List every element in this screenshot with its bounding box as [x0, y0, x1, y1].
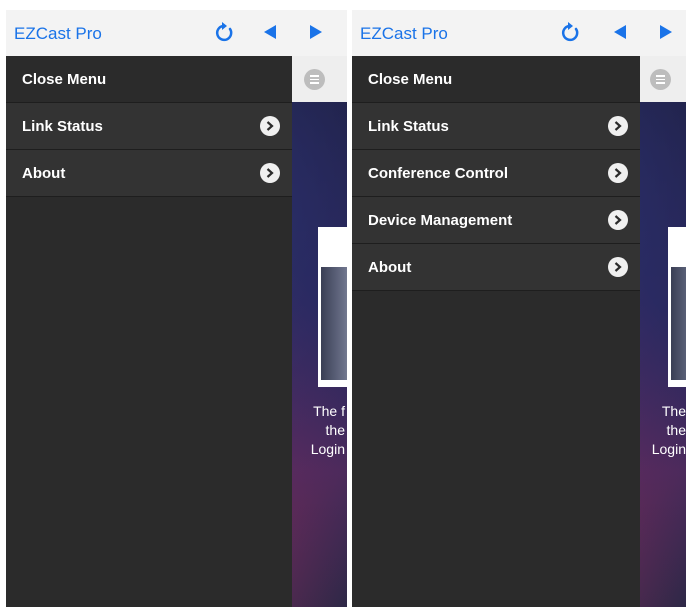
menu-item-about[interactable]: About: [352, 244, 640, 291]
forward-arrow-icon[interactable]: [304, 20, 328, 44]
back-arrow-icon[interactable]: [608, 20, 632, 44]
card-image: [671, 267, 686, 380]
side-menu: Close Menu Link Status Conference Contro…: [352, 56, 640, 607]
top-bar: EZCast Pro: [6, 10, 347, 57]
menu-item-label: Close Menu: [22, 70, 107, 88]
card-image: [321, 267, 347, 380]
content-text: The the Login: [652, 402, 686, 459]
menu-item-close[interactable]: Close Menu: [352, 56, 640, 103]
content-line: The: [661, 403, 686, 419]
top-bar: EZCast Pro: [352, 10, 686, 57]
content-line: Login: [651, 441, 686, 457]
menu-item-close[interactable]: Close Menu: [6, 56, 292, 103]
menu-item-label: About: [368, 258, 412, 276]
refresh-icon[interactable]: [213, 20, 237, 44]
phone-screen-left: EZCast Pro The f the Login Close Menu Li…: [6, 10, 347, 607]
menu-item-label: Close Menu: [368, 70, 453, 88]
content-card: [318, 227, 347, 387]
menu-item-conference-control[interactable]: Conference Control: [352, 150, 640, 197]
menu-item-label: Link Status: [22, 117, 103, 135]
menu-item-about[interactable]: About: [6, 150, 292, 197]
menu-icon[interactable]: [304, 69, 325, 90]
chevron-right-icon: [608, 163, 628, 183]
side-menu: Close Menu Link Status About: [6, 56, 292, 607]
app-title: EZCast Pro: [360, 24, 448, 43]
app-title: EZCast Pro: [14, 24, 102, 43]
content-card: [668, 227, 686, 387]
menu-item-label: Link Status: [368, 117, 449, 135]
chevron-right-icon: [608, 116, 628, 136]
refresh-icon[interactable]: [559, 20, 583, 44]
chevron-right-icon: [260, 163, 280, 183]
content-line: the: [325, 422, 345, 438]
chevron-right-icon: [608, 210, 628, 230]
content-line: Login: [310, 441, 345, 457]
back-arrow-icon[interactable]: [258, 20, 282, 44]
menu-item-device-management[interactable]: Device Management: [352, 197, 640, 244]
content-text: The f the Login: [311, 402, 345, 459]
menu-item-label: Device Management: [368, 211, 513, 229]
chevron-right-icon: [260, 116, 280, 136]
menu-item-link-status[interactable]: Link Status: [352, 103, 640, 150]
forward-arrow-icon[interactable]: [654, 20, 678, 44]
phone-screen-right: EZCast Pro The the Login Close Menu Link…: [352, 10, 686, 607]
chevron-right-icon: [608, 257, 628, 277]
content-line: The f: [313, 403, 345, 419]
menu-item-label: About: [22, 164, 66, 182]
content-line: the: [666, 422, 686, 438]
menu-icon[interactable]: [650, 69, 671, 90]
menu-item-link-status[interactable]: Link Status: [6, 103, 292, 150]
menu-item-label: Conference Control: [368, 164, 509, 182]
